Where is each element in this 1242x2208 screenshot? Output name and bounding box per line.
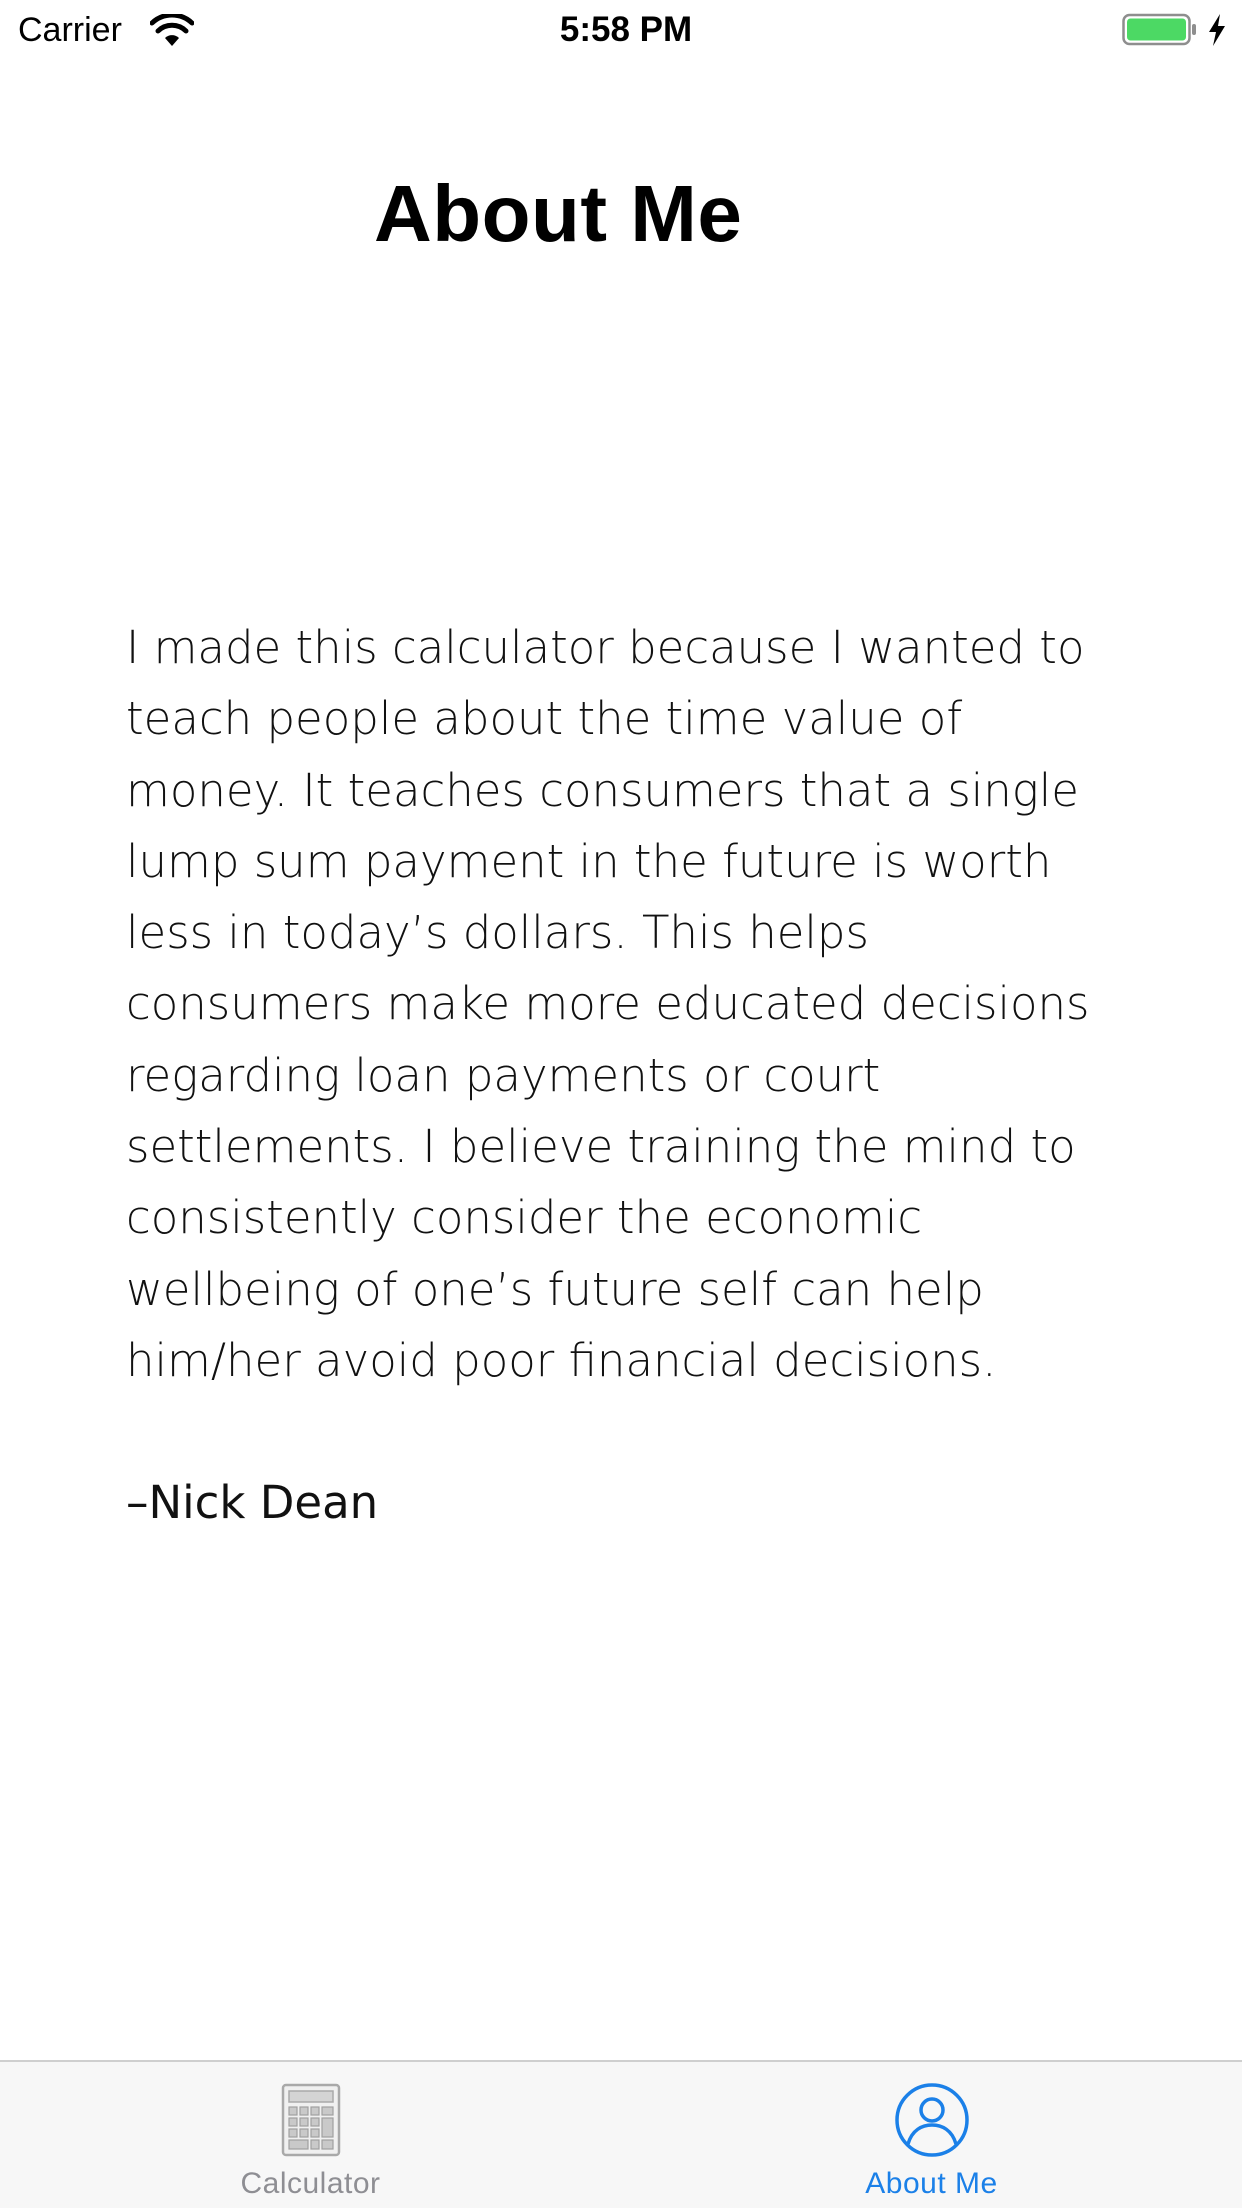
about-text-line: I made this calculator because I wanted …	[126, 621, 1085, 674]
status-bar: Carrier 5:58 PM	[0, 0, 1242, 60]
page-title: About Me	[374, 169, 743, 258]
charging-bolt-icon	[1209, 14, 1225, 46]
about-text-line: him/her avoid poor financial decisions.	[126, 1333, 997, 1387]
author-signature: –Nick Dean	[126, 1476, 379, 1529]
calculator-icon	[281, 2083, 340, 2157]
tab-calculator-label: Calculator	[240, 2167, 381, 2200]
tab-about-me-label: About Me	[865, 2167, 998, 2200]
about-text-line: lump sum payment in the future is worth	[126, 834, 1052, 888]
tab-calculator[interactable]: Calculator	[0, 2062, 621, 2208]
tab-bar: Calculator About Me	[0, 2060, 1242, 2208]
person-icon	[894, 2083, 969, 2157]
battery-icon	[1122, 13, 1196, 46]
about-text-line: regarding loan payments or court	[126, 1048, 881, 1102]
about-text-line: settlements. I believe training the mind…	[126, 1120, 1076, 1174]
tab-about-me[interactable]: About Me	[621, 2062, 1242, 2208]
about-text-line: teach people about the time value of	[126, 692, 963, 746]
about-text-line: wellbeing of one’s future self can help	[126, 1262, 984, 1316]
about-text-line: consistently consider the economic	[126, 1191, 923, 1245]
about-text-line: money. It teaches consumers that a singl…	[126, 763, 1079, 817]
status-time: 5:58 PM	[559, 10, 693, 49]
about-text: I made this calculator because I wanted …	[126, 612, 1176, 1396]
about-text-line: less in today’s dollars. This helps	[126, 906, 869, 960]
about-text-line: consumers make more educated decisions	[126, 977, 1090, 1031]
